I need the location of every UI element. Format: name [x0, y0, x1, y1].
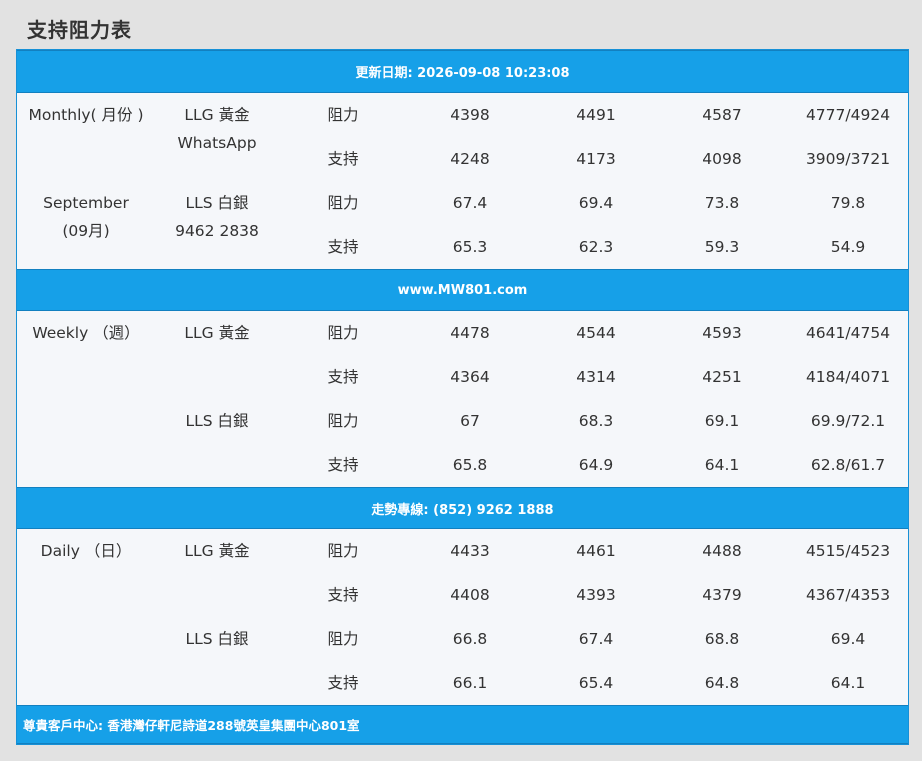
value-cell: 4433	[450, 542, 490, 560]
value-cell: 64.1	[704, 456, 740, 474]
value-cell: 4587	[702, 106, 742, 124]
value-cell: 69.4	[830, 630, 866, 648]
monthly-month-label: September	[43, 194, 129, 212]
value-cell: 67.4	[452, 194, 488, 212]
value-cell: 64.8	[704, 674, 740, 692]
weekly-gold-name: LLG 黃金	[184, 324, 250, 342]
value-cell: 68.3	[578, 412, 614, 430]
value-cell: 4478	[450, 324, 490, 342]
value-cell: 67	[460, 412, 480, 430]
monthly-silver-name: LLS 白銀	[185, 194, 249, 212]
value-cell: 4251	[702, 368, 742, 386]
value-cell: 65.4	[578, 674, 614, 692]
row-type-label: 阻力	[327, 194, 359, 212]
value-cell: 4398	[450, 106, 490, 124]
row-type-label: 支持	[327, 150, 359, 168]
row-type-label: 阻力	[327, 412, 359, 430]
value-cell: 4393	[576, 586, 616, 604]
row-type-label: 阻力	[327, 630, 359, 648]
value-cell: 4544	[576, 324, 616, 342]
row-type-label: 支持	[327, 238, 359, 256]
value-cell: 66.8	[452, 630, 488, 648]
value-cell: 4777/4924	[805, 106, 891, 124]
value-cell: 4098	[702, 150, 742, 168]
website-band: www.MW801.com	[17, 269, 908, 311]
value-cell: 65.3	[452, 238, 488, 256]
value-cell: 64.9	[578, 456, 614, 474]
value-cell: 4515/4523	[805, 542, 891, 560]
row-type-label: 支持	[327, 674, 359, 692]
page-title: 支持阻力表	[27, 18, 132, 42]
value-cell: 65.8	[452, 456, 488, 474]
value-cell: 4364	[450, 368, 490, 386]
weekly-period-label: Weekly （週）	[32, 324, 140, 342]
value-cell: 4184/4071	[805, 368, 891, 386]
row-type-label: 阻力	[327, 324, 359, 342]
monthly-period-label: Monthly( 月份 )	[28, 106, 144, 124]
weekly-silver-name: LLS 白銀	[185, 412, 249, 430]
support-resistance-table: 更新日期: 2026-09-08 10:23:08 Monthly( 月份 ) …	[16, 49, 909, 745]
whatsapp-phone: 9462 2838	[175, 222, 259, 240]
value-cell: 69.1	[704, 412, 740, 430]
row-type-label: 支持	[327, 368, 359, 386]
value-cell: 4173	[576, 150, 616, 168]
monthly-month-cn-label: (09月)	[62, 222, 110, 240]
value-cell: 73.8	[704, 194, 740, 212]
whatsapp-label: WhatsApp	[177, 134, 257, 152]
daily-gold-name: LLG 黃金	[184, 542, 250, 560]
hotline-band: 走勢專線: (852) 9262 1888	[17, 487, 908, 529]
value-cell: 4641/4754	[805, 324, 891, 342]
value-cell: 69.4	[578, 194, 614, 212]
address-band: 尊貴客戶中心: 香港灣仔軒尼詩道288號英皇集團中心801室	[17, 705, 908, 744]
value-cell: 66.1	[452, 674, 488, 692]
value-cell: 4248	[450, 150, 490, 168]
row-type-label: 支持	[327, 456, 359, 474]
value-cell: 3909/3721	[805, 150, 891, 168]
value-cell: 4314	[576, 368, 616, 386]
value-cell: 4379	[702, 586, 742, 604]
row-type-label: 阻力	[327, 106, 359, 124]
monthly-gold-name: LLG 黃金	[184, 106, 250, 124]
row-type-label: 阻力	[327, 542, 359, 560]
value-cell: 4593	[702, 324, 742, 342]
update-date-band: 更新日期: 2026-09-08 10:23:08	[17, 50, 908, 93]
value-cell: 67.4	[578, 630, 614, 648]
value-cell: 4461	[576, 542, 616, 560]
daily-period-label: Daily （日）	[40, 542, 132, 560]
value-cell: 62.3	[578, 238, 614, 256]
value-cell: 64.1	[830, 674, 866, 692]
daily-silver-name: LLS 白銀	[185, 630, 249, 648]
value-cell: 62.8/61.7	[810, 456, 886, 474]
value-cell: 54.9	[830, 238, 866, 256]
value-cell: 59.3	[704, 238, 740, 256]
value-cell: 4488	[702, 542, 742, 560]
row-type-label: 支持	[327, 586, 359, 604]
value-cell: 79.8	[830, 194, 866, 212]
value-cell: 4408	[450, 586, 490, 604]
value-cell: 4491	[576, 106, 616, 124]
value-cell: 69.9/72.1	[810, 412, 886, 430]
value-cell: 4367/4353	[805, 586, 891, 604]
value-cell: 68.8	[704, 630, 740, 648]
